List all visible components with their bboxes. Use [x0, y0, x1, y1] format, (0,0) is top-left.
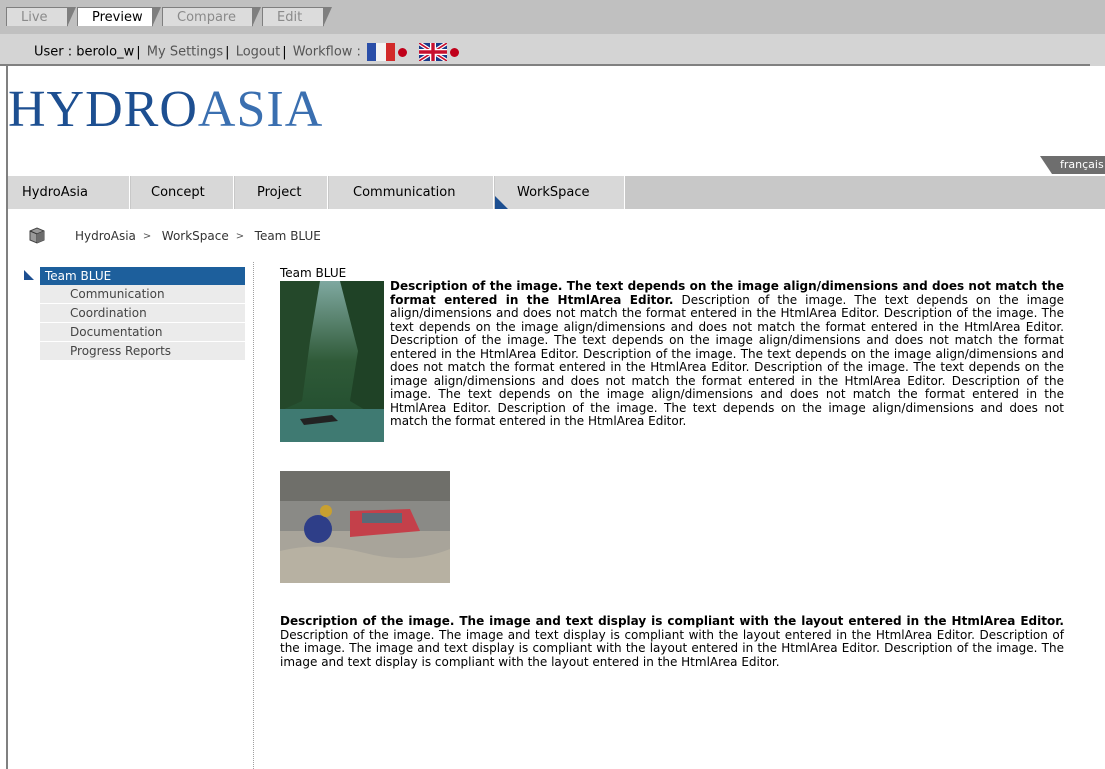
left-frame-line [6, 66, 8, 769]
english-status-dot [450, 47, 460, 57]
tab-live[interactable]: Live [6, 7, 76, 27]
column-divider [253, 262, 254, 769]
sidebar-item-coordination[interactable]: Coordination [40, 304, 245, 323]
home-cube-icon [29, 227, 45, 244]
breadcrumb-workspace[interactable]: WorkSpace [162, 229, 229, 243]
content-title: Team BLUE [280, 266, 347, 280]
language-switch[interactable]: français [1040, 156, 1105, 174]
tab-preview[interactable]: Preview [77, 7, 161, 27]
main-content: Team BLUE Description of the image. The … [280, 266, 1064, 669]
logo-part-hydro: HYDRO [8, 81, 198, 138]
breadcrumb-current: Team BLUE [254, 229, 321, 243]
mode-tab-bar: Live Preview Compare Edit [0, 0, 1105, 34]
para2-bold: Description of the image. The image and … [280, 614, 1064, 628]
logout-link[interactable]: Logout [236, 45, 281, 60]
para2-text: Description of the image. The image and … [280, 627, 1064, 669]
tab-edit[interactable]: Edit [262, 7, 332, 27]
nav-tab-hydroasia[interactable]: HydroAsia [8, 176, 130, 209]
site-logo[interactable]: HYDROASIA [8, 80, 323, 140]
sidebar-item-communication[interactable]: Communication [40, 285, 245, 304]
main-nav: HydroAsia Concept Project Communication … [8, 176, 1105, 209]
river-gorge-image [280, 281, 384, 442]
active-marker-icon [24, 270, 34, 280]
french-status-dot [398, 47, 408, 57]
breadcrumb-separator-icon: > [142, 230, 152, 242]
user-label: User : berolo_w [34, 44, 135, 60]
flood-street-image [280, 471, 450, 583]
nav-tab-concept[interactable]: Concept [131, 176, 234, 209]
sidebar-item-progress-reports[interactable]: Progress Reports [40, 342, 245, 361]
workflow-label: Workflow : [292, 44, 361, 60]
my-settings-link[interactable]: My Settings [147, 45, 223, 60]
sidebar-nav: Team BLUE Communication Coordination Doc… [24, 267, 245, 361]
sidebar-item-documentation[interactable]: Documentation [40, 323, 245, 342]
tab-compare[interactable]: Compare [162, 7, 261, 27]
logo-part-asia: ASIA [197, 81, 324, 138]
user-bar: User : berolo_w | My Settings | Logout | Wo… [0, 34, 1090, 66]
userbar-end [1090, 34, 1105, 66]
french-flag-icon[interactable] [367, 43, 396, 61]
nav-tab-project[interactable]: Project [235, 176, 328, 209]
para2: Description of the image. The image and … [280, 614, 1064, 669]
para1-text: Description of the image. The text depen… [390, 292, 1064, 428]
sidebar-item-team-blue[interactable]: Team BLUE [24, 267, 245, 285]
breadcrumb-hydroasia[interactable]: HydroAsia [75, 229, 136, 243]
breadcrumb-separator-icon: > [235, 230, 245, 242]
nav-tab-communication[interactable]: Communication [329, 176, 494, 209]
sidebar-item-label: Team BLUE [40, 267, 245, 285]
uk-flag-icon[interactable] [419, 43, 448, 61]
breadcrumb: HydroAsia > WorkSpace > Team BLUE [26, 226, 321, 246]
nav-tab-workspace[interactable]: WorkSpace [495, 176, 625, 209]
